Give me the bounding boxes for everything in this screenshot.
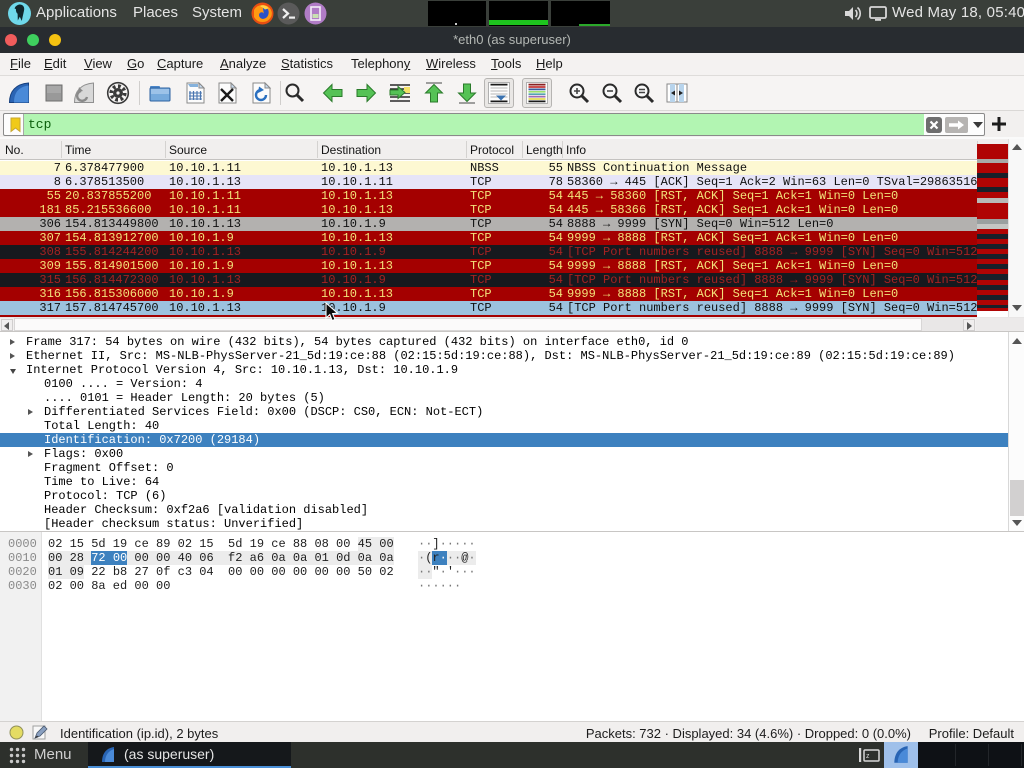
svg-text:z: z [866,753,870,760]
